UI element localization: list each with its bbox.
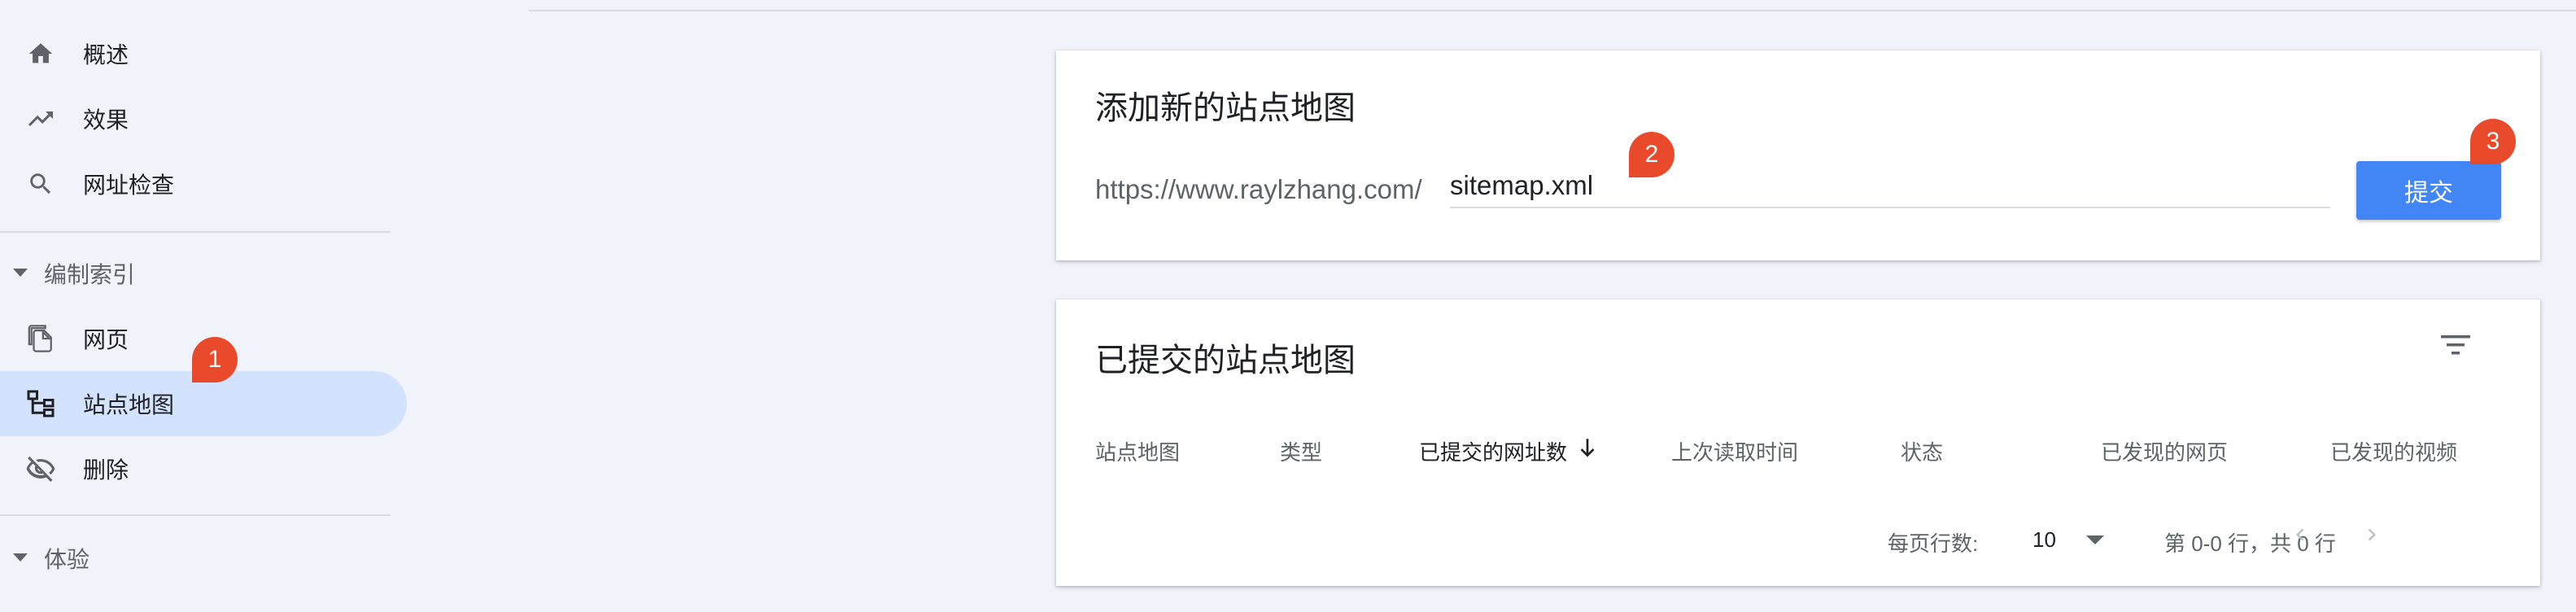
home-icon: [24, 37, 57, 70]
caret-down-icon: [13, 269, 28, 277]
nav-label: 站点地图: [83, 392, 175, 417]
caret-down-icon: [13, 553, 28, 562]
eye-off-icon: [24, 452, 57, 485]
add-sitemap-title: 添加新的站点地图: [1095, 90, 1356, 126]
column-header-sitemap[interactable]: 站点地图: [1095, 436, 1180, 466]
filter-icon[interactable]: [2439, 332, 2472, 358]
next-page-icon[interactable]: [2360, 522, 2384, 547]
nav-item-performance[interactable]: 效果: [0, 86, 407, 151]
section-label: 体验: [44, 547, 90, 572]
nav-label: 效果: [83, 107, 129, 133]
column-header-status[interactable]: 状态: [1901, 436, 1943, 466]
pages-icon: [24, 322, 57, 355]
section-experience-toggle[interactable]: 体验: [0, 534, 391, 583]
nav-label: 概述: [83, 42, 129, 68]
column-header-discovered-pages[interactable]: 已发现的网页: [2101, 436, 2228, 466]
callout-badge-1: 1: [192, 337, 238, 382]
submitted-sitemaps-title: 已提交的站点地图: [1095, 343, 1356, 378]
section-label: 编制索引: [44, 262, 136, 287]
submitted-sitemaps-card: 已提交的站点地图 站点地图 类型 已提交的网址数 上次读取时间 状态 已发现的网…: [1056, 299, 2540, 586]
rows-per-page-value[interactable]: 10: [2032, 527, 2056, 553]
column-header-discovered-videos[interactable]: 已发现的视频: [2330, 436, 2457, 466]
arrow-down-icon[interactable]: [1577, 436, 1598, 461]
add-sitemap-card: 添加新的站点地图 https://www.raylzhang.com/ 提交 2…: [1056, 50, 2540, 260]
rows-per-page-dropdown-icon[interactable]: [2086, 536, 2104, 544]
callout-badge-3: 3: [2470, 119, 2516, 164]
rows-per-page-label: 每页行数:: [1888, 531, 1979, 556]
sidebar-divider: [0, 231, 391, 233]
sidebar-divider: [0, 514, 391, 516]
column-header-submitted-urls[interactable]: 已提交的网址数: [1419, 436, 1567, 466]
header-divider: [529, 10, 2576, 11]
sitemap-url-input[interactable]: [1450, 168, 2330, 208]
nav-item-overview[interactable]: 概述: [0, 21, 407, 86]
url-prefix: https://www.raylzhang.com/: [1095, 174, 1422, 204]
prev-page-icon[interactable]: [2288, 522, 2312, 547]
nav-label: 网页: [83, 327, 129, 352]
trending-up-icon: [24, 103, 57, 135]
submit-button[interactable]: 提交: [2356, 161, 2501, 220]
nav-label: 网址检查: [83, 173, 175, 198]
column-header-type[interactable]: 类型: [1280, 436, 1322, 466]
sidebar-nav: 概述 效果 网址检查 编制索引 网页 站点地图 删除 体验 1: [0, 0, 407, 612]
nav-item-url-inspection[interactable]: 网址检查: [0, 151, 407, 216]
sitemap-icon: [24, 387, 57, 420]
search-icon: [24, 168, 57, 200]
column-header-last-read[interactable]: 上次读取时间: [1671, 436, 1798, 466]
nav-item-removals[interactable]: 删除: [0, 436, 407, 501]
callout-badge-2: 2: [1629, 132, 1674, 177]
nav-label: 删除: [83, 457, 129, 483]
section-indexing-toggle[interactable]: 编制索引: [0, 249, 391, 298]
